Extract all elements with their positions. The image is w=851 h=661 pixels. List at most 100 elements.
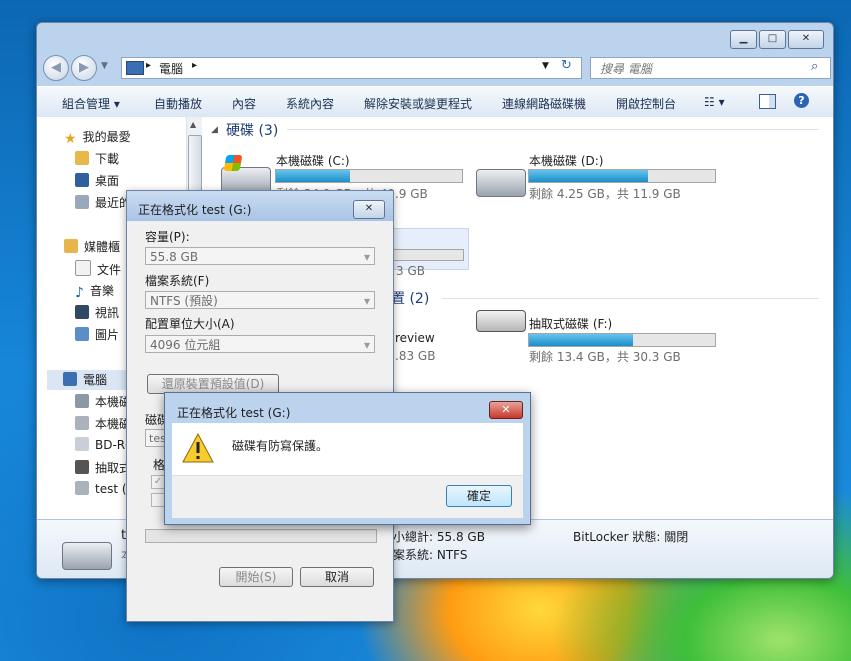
scroll-thumb[interactable] [188,135,202,197]
drive-f-info: 剩餘 13.4 GB，共 30.3 GB [529,350,681,364]
message-box-title: 正在格式化 test (G:) [177,406,291,420]
address-bar[interactable]: ▸ 電腦 ▸ ▼ ↻ [121,57,582,79]
drive-f-usage-bar [528,333,716,347]
filesystem-label: 檔案系統(F) [145,274,210,288]
message-text: 磁碟有防寫保護。 [232,439,329,453]
removable-drive-icon [476,310,526,332]
group-header-removable[interactable]: 置 (2) [391,288,429,308]
drive-c-usage-fill [276,170,351,182]
selected-drive-icon [62,542,112,570]
scroll-up-icon[interactable]: ▲ [190,120,196,129]
removable-drive-icon [75,460,89,474]
command-bar: 組合管理 ▾ 自動播放 內容 系統內容 解除安裝或變更程式 連線網路磁碟機 開啟… [37,86,833,118]
sidebar-item-downloads[interactable]: 下載 [75,150,119,167]
control-panel-button[interactable]: 開啟控制台 [616,95,676,112]
drive-icon [75,481,89,495]
breadcrumb-arrow-icon: ▸ [146,60,152,71]
drive-d-name[interactable]: 本機磁碟 (D:) [529,152,603,169]
details-filesystem: 案系統: NTFS [393,548,468,562]
quick-format-checkbox[interactable]: ✓ [151,475,165,489]
allocation-label: 配置單位大小(A) [145,317,235,331]
minimize-button[interactable]: ▁ [730,30,757,49]
sidebar-item-local-disk-d[interactable]: 本機磁 [75,415,131,432]
sidebar-item-videos[interactable]: 視訊 [75,304,119,321]
maximize-button[interactable]: □ [759,30,786,49]
properties-button[interactable]: 內容 [232,95,256,112]
message-box-body: 磁碟有防寫保護。 [172,423,523,475]
filesystem-select[interactable]: NTFS (預設) [145,291,375,310]
breadcrumb-computer[interactable]: 電腦 [159,60,183,77]
computer-icon [126,61,144,75]
collapse-group-icon[interactable]: ◢ [211,125,218,135]
recent-pages-chevron-icon[interactable]: ▼ [101,61,108,71]
format-progress-bar [145,529,377,543]
sidebar-item-desktop[interactable]: 桌面 [75,172,119,189]
search-placeholder[interactable]: 搜尋 電腦 [600,60,652,77]
restore-defaults-button[interactable]: 還原裝置預設值(D) [147,374,279,394]
close-button[interactable]: ✕ [788,30,824,49]
sidebar-item-music[interactable]: ♪ 音樂 [75,282,114,301]
documents-icon [75,260,91,276]
group-header-hdd[interactable]: 硬碟 (3) [226,120,278,140]
warning-icon [182,433,214,463]
uninstall-button[interactable]: 解除安裝或變更程式 [364,95,472,112]
bd-drive-name[interactable]: review [395,331,435,345]
drive-c-usage-bar [275,169,463,183]
boot-disk-checkbox[interactable] [151,493,165,507]
breadcrumb-arrow-icon[interactable]: ▸ [192,60,197,71]
drive-c-name[interactable]: 本機磁碟 (C:) [276,152,350,169]
group-divider [442,298,819,299]
system-drive-icon [75,394,89,408]
back-button[interactable]: ◀ [43,55,69,81]
format-close-button[interactable]: ✕ [353,200,385,219]
autoplay-button[interactable]: 自動播放 [154,95,202,112]
forward-button[interactable]: ▶ [71,55,97,81]
drive-d-usage-bar [528,169,716,183]
downloads-folder-icon [75,151,89,165]
sidebar-item-pictures[interactable]: 圖片 [75,326,119,343]
drive-f-usage-fill [529,334,634,346]
sidebar-item-removable[interactable]: 抽取式 [75,459,131,476]
sidebar-item-local-disk-c[interactable]: 本機磁 [75,393,131,410]
recent-places-icon [75,195,89,209]
ok-button[interactable]: 確定 [446,485,512,507]
pictures-icon [75,327,89,341]
star-icon: ★ [64,131,77,147]
cancel-button[interactable]: 取消 [300,567,374,587]
sidebar-item-recent[interactable]: 最近的 [75,194,131,211]
navigation-bar: ◀ ▶ ▼ ▸ 電腦 ▸ ▼ ↻ 搜尋 電腦 ⌕ [43,54,831,84]
message-box-close-button[interactable]: ✕ [489,401,523,419]
sidebar-item-favorites[interactable]: ★ 我的最愛 [64,128,131,147]
preview-pane-icon[interactable] [759,94,776,109]
message-box-footer: 確定 [172,475,523,518]
bd-drive-info: .83 GB [395,349,436,363]
details-total: 小總計: 55.8 GB [393,530,485,544]
search-icon[interactable]: ⌕ [811,59,818,74]
allocation-select[interactable]: 4096 位元組 [145,335,375,354]
drive-g-info: 3 GB [396,264,425,278]
map-network-drive-button[interactable]: 連線網路磁碟機 [502,95,586,112]
drive-d-info: 剩餘 4.25 GB，共 11.9 GB [529,187,681,201]
refresh-icon[interactable]: ↻ [561,58,572,73]
group-divider [287,129,819,130]
capacity-select[interactable]: 55.8 GB [145,247,375,266]
view-options-icon[interactable]: ☷ ▾ [704,95,725,109]
system-properties-button[interactable]: 系統內容 [286,95,334,112]
organize-menu[interactable]: 組合管理 ▾ [62,95,120,112]
sidebar-item-libraries[interactable]: 媒體櫃 [64,238,120,255]
address-dropdown-icon[interactable]: ▼ [542,61,549,71]
libraries-icon [64,239,78,253]
search-box[interactable]: 搜尋 電腦 ⌕ [590,57,831,79]
start-button[interactable]: 開始(S) [219,567,293,587]
sidebar-item-documents[interactable]: 文件 [75,260,121,278]
system-drive-icon [221,155,271,195]
drive-d-usage-fill [529,170,649,182]
desktop-icon [75,173,89,187]
drive-g-tile[interactable]: 3 GB [382,228,469,278]
drive-f-name[interactable]: 抽取式磁碟 (F:) [529,315,612,332]
format-dialog-titlebar[interactable]: 正在格式化 test (G:) ✕ [127,191,393,221]
drive-g-usage-bar [382,249,464,261]
details-bitlocker: BitLocker 狀態: 關閉 [573,530,689,544]
help-icon[interactable]: ? [794,93,809,108]
video-icon [75,305,89,319]
